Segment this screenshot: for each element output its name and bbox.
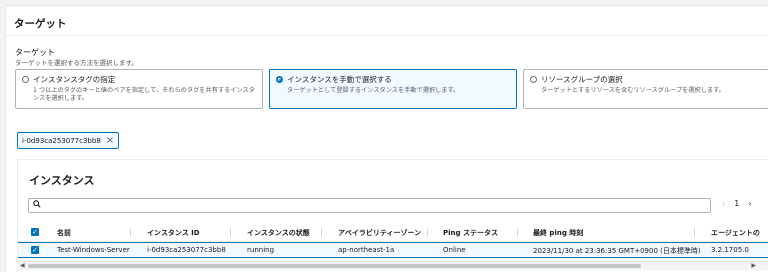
column-header-agent[interactable]: エージェントの	[711, 228, 760, 238]
tile-instance-tags[interactable]: インスタンスタグの指定 1 つ以上のタグのキーと値のペアを指定して、それらのタグ…	[15, 69, 263, 109]
tile-description: 1 つ以上のタグのキーと値のペアを指定して、それらのタグを共有するインスタンスを…	[33, 87, 255, 102]
cell-instance-id: i-0d93ca253077c3bb8	[147, 246, 226, 254]
tile-label: インスタンスを手動で選択する	[287, 75, 392, 84]
column-header-name[interactable]: 名前	[57, 228, 71, 238]
column-header-az[interactable]: アベイラビリティーゾーン	[338, 228, 421, 238]
panel-header: ターゲット	[6, 6, 768, 36]
cell-ping-status: Online	[443, 246, 466, 254]
search-input[interactable]	[28, 198, 711, 213]
tile-manual-select[interactable]: インスタンスを手動で選択する ターゲットとして登録するインスタンスを手動で選択し…	[269, 69, 517, 109]
scroll-right-icon[interactable]: ▶	[751, 262, 756, 269]
pagination-prev[interactable]: ‹	[722, 199, 725, 208]
target-panel: ターゲット ターゲット ターゲットを選択する方法を選択します。 インスタンスタグ…	[5, 5, 768, 272]
radio-manual-select[interactable]	[276, 76, 283, 83]
table-header: ✓ 名前 インスタンス ID インスタンスの状態 アベイラビリティーゾーン Pi…	[18, 224, 768, 242]
cell-name: Test-Windows-Server	[57, 246, 130, 254]
column-header-last-ping[interactable]: 最終 ping 時刻	[533, 228, 583, 238]
table-row[interactable]: ✓ Test-Windows-Server i-0d93ca253077c3bb…	[18, 242, 768, 258]
radio-resource-group[interactable]	[530, 76, 537, 83]
token-label: i-0d93ca253077c3bb8	[22, 136, 101, 145]
cell-last-ping: 2023/11/30 at 23:36:35 GMT+0900 (日本標準時)	[533, 247, 701, 255]
instances-title: インスタンス	[29, 174, 95, 187]
scroll-left-icon[interactable]: ◀	[20, 262, 25, 269]
column-header-instance-id[interactable]: インスタンス ID	[147, 228, 200, 238]
tile-label: インスタンスタグの指定	[33, 75, 116, 84]
horizontal-scrollbar[interactable]: ◀ ▶	[18, 261, 768, 270]
page-title: ターゲット	[14, 18, 67, 30]
pagination-page[interactable]: 1	[734, 199, 739, 208]
column-header-state[interactable]: インスタンスの状態	[247, 228, 310, 238]
row-checkbox[interactable]: ✓	[31, 246, 39, 254]
search-icon	[33, 200, 41, 211]
tile-resource-group[interactable]: リソースグループの選択 ターゲットとするリソースを含むリソースグループを選択しま…	[523, 69, 768, 109]
pagination: ‹ 1 ›	[722, 199, 752, 208]
close-icon[interactable]: ×	[106, 135, 114, 146]
pagination-next[interactable]: ›	[748, 199, 751, 208]
select-all-checkbox[interactable]: ✓	[31, 228, 39, 236]
cell-az: ap-northeast-1a	[338, 246, 395, 254]
selected-instance-token: i-0d93ca253077c3bb8 ×	[17, 132, 120, 149]
target-description: ターゲットを選択する方法を選択します。	[15, 59, 138, 67]
scrollbar-thumb[interactable]	[28, 264, 641, 268]
radio-instance-tags[interactable]	[22, 76, 29, 83]
tile-description: ターゲットとするリソースを含むリソースグループを選択します。	[541, 87, 725, 94]
cell-state: running	[247, 246, 275, 254]
tile-label: リソースグループの選択	[541, 75, 623, 84]
cell-agent-version: 3.2.1705.0	[711, 246, 749, 254]
column-header-ping-status[interactable]: Ping ステータス	[443, 228, 498, 238]
instances-table-container: インスタンス ‹ 1 › ✓ 名前 インスタンス ID インスタンスの状態 アベ…	[17, 159, 768, 272]
tile-description: ターゲットとして登録するインスタンスを手動で選択します。	[287, 87, 460, 94]
